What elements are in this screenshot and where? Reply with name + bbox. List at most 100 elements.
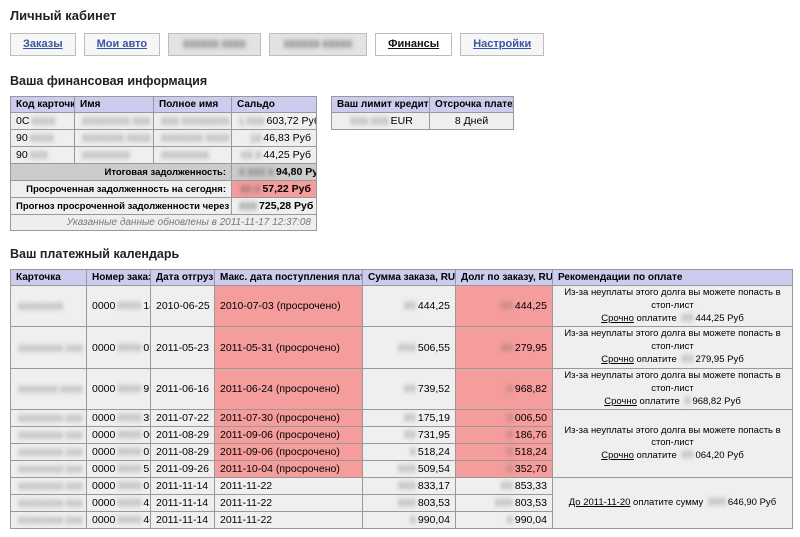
tab-settings[interactable]: Настройки <box>460 33 544 56</box>
order-debt-cell: XX279,95 <box>456 327 553 368</box>
credit-limit-value: XXX XXXEUR <box>332 113 430 130</box>
stoplist-warning: Из-за неуплаты этого долга вы можете поп… <box>556 370 789 396</box>
due-date-link[interactable]: До 2011-11-20 <box>569 497 631 508</box>
col-name: Имя <box>75 97 154 113</box>
col-saldo: Сальдо <box>232 97 317 113</box>
full-name-cell: XXXXXXXX <box>154 147 232 164</box>
calendar-section-title: Ваш платежный календарь <box>10 247 790 261</box>
order-debt-cell: X968,82 <box>456 368 553 409</box>
tab-orders[interactable]: Заказы <box>10 33 76 56</box>
order-debt-cell: XXX803,53 <box>456 495 553 512</box>
urgent-link[interactable]: Срочно <box>604 396 637 407</box>
col-card: Карточка <box>11 270 87 286</box>
pay-by-line: До 2011-11-20 оплатите сумму XXX646,90 Р… <box>556 497 789 510</box>
calendar-row: XXXXXXX XXXX 0000XXXX97 2011-06-16 2011-… <box>11 368 793 409</box>
order-sum-cell: XXX833,17 <box>363 478 456 495</box>
order-debt-cell: X990,04 <box>456 512 553 529</box>
tab-my-cars[interactable]: Мои авто <box>84 33 160 56</box>
forecast-debt-label: Прогноз просроченной задолженности через… <box>11 198 232 215</box>
credit-row: XXX XXXEUR 8 Дней <box>332 113 514 130</box>
card-cell: XXXXXXXX <box>11 286 87 327</box>
name-cell: XXXXXXXX <box>75 147 154 164</box>
tab-blurred-2[interactable]: XXXXXX XXXXX <box>269 33 368 56</box>
order-number-cell: 0000XXXX97 <box>87 368 151 409</box>
card-cell: XXXXXXX XXXX <box>11 368 87 409</box>
ship-date-cell: 2011-05-23 <box>151 327 215 368</box>
page-title: Личный кабинет <box>10 8 790 23</box>
urgent-pay-line: Срочно оплатите XX064,20 Руб <box>556 450 789 463</box>
ship-date-cell: 2011-07-22 <box>151 410 215 427</box>
card-cell: XXXXXXXX XXX <box>11 495 87 512</box>
data-updated-note: Указанные данные обновлены в 2011-11-17 … <box>11 215 317 231</box>
ship-date-cell: 2011-08-29 <box>151 427 215 444</box>
calendar-row: XXXXXXXX XXX 0000XXXX39 2011-07-22 2011-… <box>11 410 793 427</box>
order-number-cell: 0000XXXX00 <box>87 427 151 444</box>
payment-calendar-table: Карточка Номер заказа Дата отгрузки Макс… <box>10 269 793 529</box>
order-debt-cell: X352,70 <box>456 461 553 478</box>
recommendation-cell-group-upcoming: До 2011-11-20 оплатите сумму XXX646,90 Р… <box>553 478 793 529</box>
max-payment-date-cell: 2011-09-06 (просрочено) <box>215 427 363 444</box>
col-card-code: Код карточки <box>11 97 75 113</box>
credit-limit-table: Ваш лимит кредита Отсрочка платежа XXX X… <box>331 96 514 130</box>
order-debt-cell: XX444,25 <box>456 286 553 327</box>
col-max-payment-date: Макс. дата поступления платежа <box>215 270 363 286</box>
saldo-cell: 1 XXX603,72 Руб <box>232 113 317 130</box>
data-updated-note-row: Указанные данные обновлены в 2011-11-17 … <box>11 215 317 231</box>
tab-finances[interactable]: Финансы <box>375 33 452 56</box>
max-payment-date-cell: 2011-06-24 (просрочено) <box>215 368 363 409</box>
finance-section-title: Ваша финансовая информация <box>10 74 790 88</box>
urgent-link[interactable]: Срочно <box>601 354 634 365</box>
ship-date-cell: 2011-06-16 <box>151 368 215 409</box>
overdue-debt-value: XX X57,22 Руб <box>232 181 317 198</box>
order-debt-cell: X518,24 <box>456 444 553 461</box>
card-code-cell: 90XXXX <box>11 130 75 147</box>
order-debt-cell: X006,50 <box>456 410 553 427</box>
tab-blurred-1[interactable]: XXXXXX XXXX <box>168 33 261 56</box>
order-sum-cell: X990,04 <box>363 512 456 529</box>
urgent-link[interactable]: Срочно <box>601 313 634 324</box>
finance-header-row: Код карточки Имя Полное имя Сальдо <box>11 97 317 113</box>
summary-row-total: Итоговая задолженность: X XXX X94,80 Руб <box>11 164 317 181</box>
forecast-debt-value: XXX725,28 Руб <box>232 198 317 215</box>
full-name-cell: XXXXXXX XXXX <box>154 130 232 147</box>
card-cell: XXXXXXXX XXX <box>11 478 87 495</box>
card-code-cell: 0CXXXX <box>11 113 75 130</box>
payment-deferral-value: 8 Дней <box>430 113 514 130</box>
order-sum-cell: XXX509,54 <box>363 461 456 478</box>
finance-row: 90XXX XXXXXXXX XXXXXXXX XX X44,25 Руб <box>11 147 317 164</box>
overdue-debt-label: Просроченная задолженность на сегодня: <box>11 181 232 198</box>
order-sum-cell: XXX506,55 <box>363 327 456 368</box>
ship-date-cell: 2011-09-26 <box>151 461 215 478</box>
order-number-cell: 0000XXXX46 <box>87 512 151 529</box>
recommendation-cell: Из-за неуплаты этого долга вы можете поп… <box>553 368 793 409</box>
order-sum-cell: XX739,52 <box>363 368 456 409</box>
urgent-link[interactable]: Срочно <box>601 450 634 461</box>
card-cell: XXXXXXXX XXX <box>11 512 87 529</box>
finance-row: 0CXXXX XXXXXXXX XXX XXX XXXXXXXX 1 XXX60… <box>11 113 317 130</box>
order-number-cell: 0000XXXX03 <box>87 327 151 368</box>
stoplist-warning: Из-за неуплаты этого долга вы можете поп… <box>556 328 789 354</box>
recommendation-cell: Из-за неуплаты этого долга вы можете поп… <box>553 327 793 368</box>
col-payment-deferral: Отсрочка платежа <box>430 97 514 113</box>
col-ship-date: Дата отгрузки <box>151 270 215 286</box>
urgent-pay-line: Срочно оплатите XX444,25 Руб <box>556 313 789 326</box>
finance-row: 90XXXX XXXXXXX XXXX XXXXXXX XXXX 1X46,83… <box>11 130 317 147</box>
col-credit-limit: Ваш лимит кредита <box>332 97 430 113</box>
col-full-name: Полное имя <box>154 97 232 113</box>
credit-header-row: Ваш лимит кредита Отсрочка платежа <box>332 97 514 113</box>
saldo-cell: XX X44,25 Руб <box>232 147 317 164</box>
order-sum-cell: XXX803,53 <box>363 495 456 512</box>
order-number-cell: 0000XXXX03 <box>87 444 151 461</box>
full-name-cell: XXX XXXXXXXX <box>154 113 232 130</box>
order-number-cell: 0000XXXX14 <box>87 286 151 327</box>
max-payment-date-cell: 2011-11-22 <box>215 512 363 529</box>
order-number-cell: 0000XXXX01 <box>87 478 151 495</box>
recommendation-cell: Из-за неуплаты этого долга вы можете поп… <box>553 286 793 327</box>
summary-row-overdue: Просроченная задолженность на сегодня: X… <box>11 181 317 198</box>
ship-date-cell: 2011-11-14 <box>151 478 215 495</box>
order-sum-cell: XX444,25 <box>363 286 456 327</box>
order-sum-cell: XX731,95 <box>363 427 456 444</box>
ship-date-cell: 2011-11-14 <box>151 512 215 529</box>
stoplist-warning: Из-за неуплаты этого долга вы можете поп… <box>556 425 789 451</box>
ship-date-cell: 2010-06-25 <box>151 286 215 327</box>
